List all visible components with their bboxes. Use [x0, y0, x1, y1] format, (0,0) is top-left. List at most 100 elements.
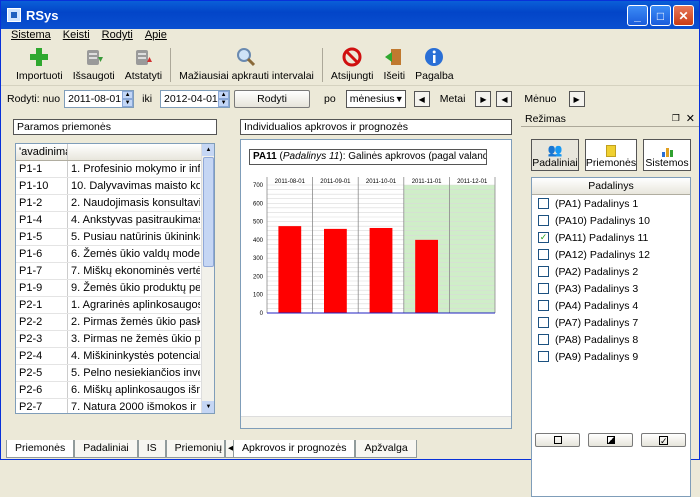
- unit-list-item[interactable]: (PA4) Padalinys 4: [532, 297, 690, 314]
- year-prev-button[interactable]: ◀: [413, 91, 430, 107]
- tab-overview[interactable]: Apžvalga: [355, 440, 417, 458]
- measures-panel-title: Paramos priemonės: [13, 119, 217, 135]
- table-row[interactable]: P2-44. Miškininkystės potencialo atk: [16, 348, 214, 365]
- measures-mode-button[interactable]: Priemonės: [585, 139, 637, 171]
- tab-padaliniai[interactable]: Padaliniai: [74, 440, 138, 458]
- unit-checkbox[interactable]: [538, 283, 549, 294]
- table-row[interactable]: P2-22. Pirmas žemės ūkio paskirties ž: [16, 314, 214, 331]
- logout-label: Atsijungti: [330, 70, 374, 82]
- close-panel-icon[interactable]: ✕: [686, 112, 695, 125]
- save-button[interactable]: Išsaugoti: [68, 44, 120, 84]
- import-button[interactable]: Importuoti: [11, 44, 68, 84]
- menu-apie[interactable]: Apie: [145, 29, 167, 43]
- info-icon: [424, 47, 444, 67]
- y-tick-label: 400: [253, 238, 264, 244]
- unit-checkbox[interactable]: [538, 317, 549, 328]
- systems-mode-button[interactable]: Sistemos: [643, 139, 691, 171]
- date-from-input[interactable]: 2011-08-01 ▲ ▼: [64, 90, 135, 108]
- col-header-name[interactable]: 'avadinimas: [16, 144, 68, 160]
- table-row[interactable]: P1-66. Žemės ūkio valdų modernizav: [16, 246, 214, 263]
- bar-chart: 0 100 200 300 400 500 600 700 2011-08-01 2011-09-…: [253, 177, 496, 317]
- unit-list-item[interactable]: (PA9) Padalinys 9: [532, 348, 690, 365]
- unit-checkbox[interactable]: [538, 198, 549, 209]
- unit-checkbox[interactable]: [538, 266, 549, 277]
- scroll-thumb[interactable]: [203, 157, 214, 267]
- menu-sistema[interactable]: Sistema: [11, 29, 51, 43]
- unit-checkbox[interactable]: [538, 334, 549, 345]
- unit-list-item[interactable]: (PA2) Padalinys 2: [532, 263, 690, 280]
- table-row[interactable]: P1-44. Ankstyvas pasitraukimas iš pr: [16, 212, 214, 229]
- unit-list-item[interactable]: ✓ (PA11) Padalinys 11: [532, 229, 690, 246]
- unit-checkbox[interactable]: [538, 300, 549, 311]
- restore-panel-icon[interactable]: ❐: [672, 113, 680, 124]
- unit-checkbox[interactable]: ✓: [538, 232, 549, 243]
- help-button[interactable]: Pagalba: [410, 44, 459, 84]
- exit-button[interactable]: Išeiti: [379, 44, 411, 84]
- table-row[interactable]: P1-11. Profesinio mokymo ir informa: [16, 161, 214, 178]
- check-all-button[interactable]: ✓: [641, 433, 686, 447]
- chart-hscroll[interactable]: [241, 416, 511, 428]
- menu-rodyti[interactable]: Rodyti: [102, 29, 133, 43]
- table-row[interactable]: P2-66. Miškų aplinkosaugos išmokos: [16, 382, 214, 399]
- date-to-input[interactable]: 2012-04-01 ▲ ▼: [160, 90, 231, 108]
- table-row[interactable]: P2-33. Pirmas ne žemės ūkio paskirti: [16, 331, 214, 348]
- unit-list-item[interactable]: (PA3) Padalinys 3: [532, 280, 690, 297]
- table-row[interactable]: P1-1010. Dalyvavimas maisto kokybės: [16, 178, 214, 195]
- date-to-spinner[interactable]: ▲ ▼: [218, 91, 230, 107]
- tab-priemoniu[interactable]: Priemonių: [165, 440, 225, 458]
- table-row[interactable]: P1-55. Pusiau natūrinis ūkininkavima: [16, 229, 214, 246]
- units-mode-button[interactable]: 👥 Padaliniai: [531, 139, 579, 171]
- logout-button[interactable]: Atsijungti: [326, 44, 379, 84]
- menu-keisti[interactable]: Keisti: [63, 29, 90, 43]
- table-scrollbar[interactable]: ▲ ▼: [201, 144, 214, 413]
- minimize-button[interactable]: _: [627, 5, 648, 26]
- month-next-button[interactable]: ▶: [568, 91, 585, 107]
- table-row[interactable]: P1-77. Miškų ekonominės vertės didi: [16, 263, 214, 280]
- unit-list-item[interactable]: (PA12) Padalinys 12: [532, 246, 690, 263]
- unit-list-item[interactable]: (PA8) Padalinys 8: [532, 331, 690, 348]
- date-from-spinner[interactable]: ▲ ▼: [122, 91, 134, 107]
- systems-mode-label: Sistemos: [645, 157, 689, 169]
- invert-selection-button[interactable]: [588, 433, 633, 447]
- unit-checkbox[interactable]: [538, 215, 549, 226]
- measure-code: P1-4: [16, 212, 68, 228]
- unit-label: (PA7) Padalinys 7: [555, 316, 639, 329]
- scroll-down-icon[interactable]: ▼: [202, 401, 214, 413]
- table-row[interactable]: P1-22. Naudojimasis konsultavimo pa: [16, 195, 214, 212]
- measure-code: P1-6: [16, 246, 68, 262]
- show-button[interactable]: Rodyti: [234, 90, 311, 108]
- save-label: Išsaugoti: [72, 70, 115, 82]
- unit-checkbox[interactable]: [538, 351, 549, 362]
- measure-name: 5. Pusiau natūrinis ūkininkavima: [71, 231, 200, 243]
- unit-checkbox[interactable]: [538, 249, 549, 260]
- month-label: Mėnuo: [524, 93, 557, 105]
- measures-mode-label: Priemonės: [585, 157, 637, 169]
- uncheck-all-button[interactable]: [535, 433, 580, 447]
- least-loaded-intervals-button[interactable]: Mažiausiai apkrauti intervalai: [174, 44, 319, 84]
- unit-list-item[interactable]: (PA10) Padalinys 10: [532, 212, 690, 229]
- month-prev-button[interactable]: ◀: [496, 91, 513, 107]
- unit-list-item[interactable]: (PA7) Padalinys 7: [532, 314, 690, 331]
- units-list[interactable]: Padalinys (PA1) Padalinys 1 (PA10) Padali…: [531, 177, 691, 497]
- tab-priemones[interactable]: Priemonės: [6, 440, 75, 458]
- period-select[interactable]: mėnesius ▼: [345, 90, 406, 108]
- center-tabs: Apkrovos ir prognozės Apžvalga: [233, 440, 417, 458]
- year-next-button[interactable]: ▶: [475, 91, 492, 107]
- dropdown-arrow-icon: ▼: [394, 94, 404, 104]
- table-row[interactable]: P1-99. Žemės ūkio produktų perdirbi: [16, 280, 214, 297]
- close-button[interactable]: ✕: [673, 5, 694, 26]
- restore-button[interactable]: Atstatyti: [120, 44, 167, 84]
- table-row[interactable]: P2-77. Natura 2000 išmokos ir išmok: [16, 399, 214, 413]
- tab-is[interactable]: IS: [137, 440, 166, 458]
- maximize-button[interactable]: □: [650, 5, 671, 26]
- table-row[interactable]: P2-11. Agrarinės aplinkosaugos išmo: [16, 297, 214, 314]
- tab-loads-forecasts[interactable]: Apkrovos ir prognozės: [233, 440, 356, 458]
- scroll-up-icon[interactable]: ▲: [202, 144, 214, 156]
- table-row[interactable]: P2-55. Pelno nesiekiančios investicijo: [16, 365, 214, 382]
- col-header-2[interactable]: [68, 144, 200, 160]
- table-body: P1-11. Profesinio mokymo ir informaP1-10…: [16, 161, 214, 413]
- unit-list-item[interactable]: (PA1) Padalinys 1: [532, 195, 690, 212]
- bar: [415, 239, 438, 313]
- measure-name: 9. Žemės ūkio produktų perdirbi: [71, 282, 200, 294]
- measures-table[interactable]: 'avadinimas P1-11. Profesinio mokymo ir …: [15, 143, 215, 414]
